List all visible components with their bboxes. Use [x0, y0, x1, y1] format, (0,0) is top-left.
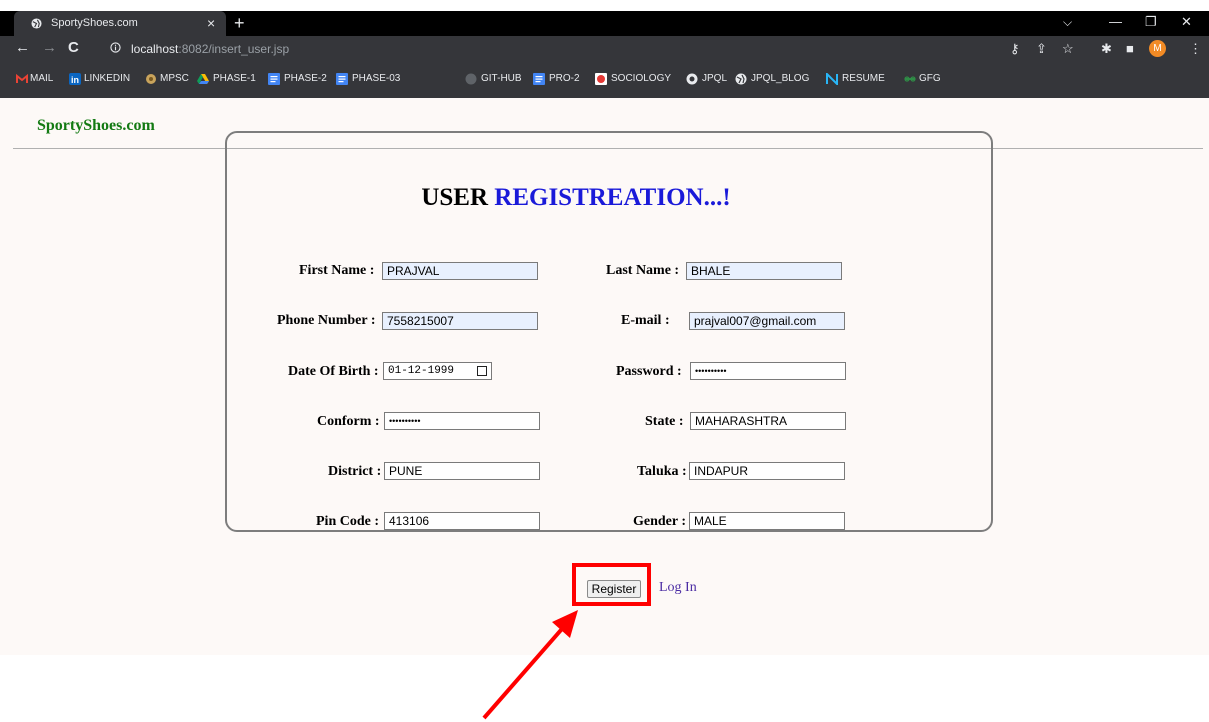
first-name-label: First Name : [299, 263, 375, 278]
svg-text:in: in [71, 75, 79, 85]
forward-icon[interactable]: → [42, 39, 57, 56]
share-icon[interactable]: ⇪ [1036, 41, 1047, 57]
bookmark-git-hub[interactable]: GIT-HUB [481, 73, 522, 84]
browser-tab[interactable]: SportyShoes.com × [14, 11, 226, 36]
bookmarks-bar: MAIL in LINKEDIN MPSC PHASE-1 PHASE-2 PH… [0, 62, 1209, 98]
bookmark-phase-2[interactable]: PHASE-2 [284, 73, 327, 84]
tab-search-icon[interactable]: ⌵ [1063, 15, 1072, 30]
taluka-input[interactable]: INDAPUR [689, 462, 845, 480]
menu-icon[interactable]: ⋮ [1189, 41, 1202, 57]
calendar-icon[interactable] [477, 366, 487, 376]
docs-icon [336, 73, 348, 85]
last-name-input[interactable]: BHALE [686, 262, 842, 280]
confirm-label: Conform : [317, 414, 380, 429]
state-input[interactable]: MAHARASHTRA [690, 412, 846, 430]
url-path: :8082/insert_user.jsp [178, 42, 290, 56]
district-label: District : [328, 464, 382, 479]
address-bar[interactable]: localhost:8082/insert_user.jsp [102, 38, 1002, 60]
tab-strip: SportyShoes.com × + ⌵ — ❐ ✕ [0, 11, 1209, 36]
gfg-icon [904, 76, 916, 82]
sociology-icon [595, 73, 607, 85]
first-name-input[interactable]: PRAJVAL [382, 262, 538, 280]
bookmark-pro-2[interactable]: PRO-2 [549, 73, 580, 84]
pincode-label: Pin Code : [316, 514, 379, 529]
globe-icon [735, 73, 747, 85]
bookmark-sociology[interactable]: SOCIOLOGY [611, 73, 671, 84]
avatar[interactable]: M [1149, 40, 1166, 57]
email-input[interactable]: prajval007@gmail.com [689, 312, 845, 330]
browser-toolbar: ← → C localhost:8082/insert_user.jsp ⚷ ⇪… [0, 36, 1209, 62]
pincode-input[interactable]: 413106 [384, 512, 540, 530]
bookmark-gfg[interactable]: GFG [919, 73, 941, 84]
url-text[interactable]: localhost:8082/insert_user.jsp [131, 42, 289, 56]
bookmark-phase-1[interactable]: PHASE-1 [213, 73, 256, 84]
tab-title: SportyShoes.com [51, 17, 138, 29]
district-input[interactable]: PUNE [384, 462, 540, 480]
extensions-icon[interactable]: ✱ [1101, 41, 1112, 57]
bookmark-jpql[interactable]: JPQL [702, 73, 727, 84]
taluka-label: Taluka : [637, 464, 687, 479]
key-icon[interactable]: ⚷ [1010, 41, 1020, 57]
last-name-label: Last Name : [606, 263, 680, 278]
emblem-icon [146, 74, 156, 84]
login-link[interactable]: Log In [659, 580, 697, 596]
restore-icon[interactable]: ❐ [1145, 14, 1157, 30]
url-host: localhost [131, 42, 179, 56]
back-icon[interactable]: ← [15, 39, 30, 56]
phone-label: Phone Number : [277, 313, 376, 328]
password-label: Password : [616, 364, 682, 379]
docs-icon [268, 73, 280, 85]
dob-value: 01-12-1999 [388, 365, 455, 377]
globe-icon [31, 18, 42, 29]
minimize-icon[interactable]: — [1109, 14, 1122, 29]
docs-icon [533, 73, 545, 85]
state-label: State : [645, 414, 684, 429]
annotation-arrow [482, 610, 578, 720]
dob-label: Date Of Birth : [288, 364, 379, 379]
password-input[interactable]: •••••••••• [690, 362, 846, 380]
tab-close-icon[interactable]: × [207, 15, 215, 31]
gmail-icon [16, 73, 28, 83]
gender-input[interactable]: MALE [689, 512, 845, 530]
bookmark-mpsc[interactable]: MPSC [160, 73, 189, 84]
bookmark-resume[interactable]: RESUME [842, 73, 885, 84]
phone-input[interactable]: 7558215007 [382, 312, 538, 330]
brand-logo-text[interactable]: SportyShoes.com [37, 117, 155, 135]
bookmark-phase-03[interactable]: PHASE-03 [352, 73, 400, 84]
site-info-icon[interactable] [110, 42, 121, 53]
bookmark-linkedin[interactable]: LINKEDIN [84, 73, 130, 84]
confirm-password-input[interactable]: •••••••••• [384, 412, 540, 430]
star-icon[interactable]: ☆ [1062, 41, 1074, 57]
github-icon [465, 73, 477, 85]
notion-icon [826, 73, 838, 85]
sidepanel-icon[interactable]: ■ [1126, 41, 1134, 56]
new-tab-button[interactable]: + [234, 13, 245, 34]
email-label: E-mail : [621, 313, 670, 328]
reload-icon[interactable]: C [68, 39, 79, 56]
dob-input[interactable]: 01-12-1999 [383, 362, 492, 380]
window-close-icon[interactable]: ✕ [1181, 14, 1192, 30]
jpql-icon [686, 73, 698, 85]
bookmark-jpql-blog[interactable]: JPQL_BLOG [751, 73, 809, 84]
linkedin-icon: in [69, 73, 81, 85]
gender-label: Gender : [633, 514, 687, 529]
bookmark-mail[interactable]: MAIL [30, 73, 53, 84]
drive-icon [197, 74, 209, 84]
